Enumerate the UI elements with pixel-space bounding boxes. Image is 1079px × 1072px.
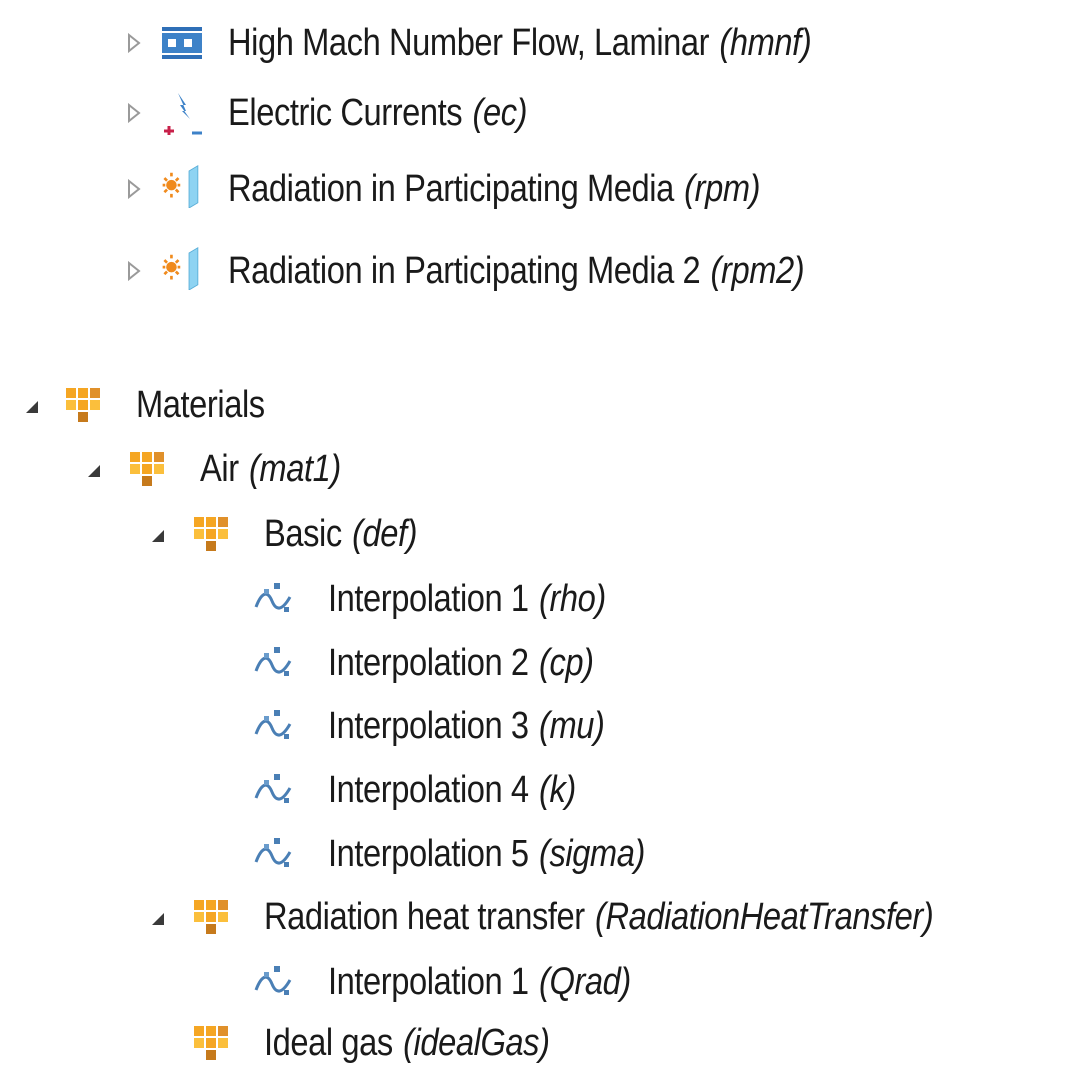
tree-node-label: Interpolation 3 (mu) (328, 697, 605, 755)
tree-node-radiation-heat-transfer[interactable]: Radiation heat transfer (RadiationHeatTra… (0, 888, 1079, 946)
collapse-arrow-icon[interactable] (82, 451, 106, 491)
tree-node-label: Interpolation 2 (cp) (328, 634, 594, 692)
high-mach-flow-icon (160, 21, 204, 65)
material-property-group-icon (188, 513, 232, 557)
node-name: Electric Currents (228, 92, 463, 134)
node-name: Interpolation 5 (328, 833, 529, 875)
radiation-media-icon (160, 164, 204, 208)
collapse-arrow-icon[interactable] (146, 516, 170, 556)
tree-node-label: High Mach Number Flow, Laminar (hmnf) (228, 14, 812, 72)
node-tag: (mu) (538, 705, 605, 747)
tree-node-materials[interactable]: Materials (0, 376, 1079, 434)
node-tag: (RadiationHeatTransfer) (595, 896, 934, 938)
node-name: High Mach Number Flow, Laminar (228, 22, 710, 64)
tree-node-radiation-media[interactable]: Radiation in Participating Media (rpm) (0, 160, 1079, 218)
node-tag: (cp) (538, 642, 594, 684)
tree-node-label: Interpolation 4 (k) (328, 761, 576, 819)
tree-node-label: Air (mat1) (200, 440, 341, 498)
interpolation-function-icon (252, 832, 296, 876)
node-tag: (rho) (538, 578, 606, 620)
electric-currents-icon (160, 91, 204, 135)
tree-node-label: Ideal gas (idealGas) (264, 1014, 550, 1072)
tree-node-interpolation[interactable]: Interpolation 1 (rho) (0, 570, 1079, 628)
node-tag: (mat1) (248, 448, 341, 490)
tree-node-label: Interpolation 5 (sigma) (328, 825, 645, 883)
node-name: Interpolation 1 (328, 961, 529, 1003)
tree-node-label: Basic (def) (264, 505, 418, 563)
tree-node-label: Radiation heat transfer (RadiationHeatTra… (264, 888, 934, 946)
node-tag: (def) (352, 513, 418, 555)
model-tree: High Mach Number Flow, Laminar (hmnf) Ele… (0, 0, 1079, 1068)
node-tag: (k) (538, 769, 576, 811)
node-name: Basic (264, 513, 342, 555)
node-tag: (sigma) (538, 833, 645, 875)
tree-node-interpolation[interactable]: Interpolation 5 (sigma) (0, 825, 1079, 883)
material-property-group-icon (188, 896, 232, 940)
node-tag: (rpm) (684, 168, 761, 210)
node-name: Radiation in Participating Media 2 (228, 250, 701, 292)
node-tag: (Qrad) (538, 961, 631, 1003)
tree-node-high-mach-flow[interactable]: High Mach Number Flow, Laminar (hmnf) (0, 14, 1079, 72)
materials-icon (60, 384, 104, 428)
expand-arrow-icon[interactable] (122, 93, 146, 133)
tree-node-interpolation[interactable]: Interpolation 4 (k) (0, 761, 1079, 819)
node-name: Radiation heat transfer (264, 896, 585, 938)
tree-node-air[interactable]: Air (mat1) (0, 440, 1079, 498)
node-name: Interpolation 4 (328, 769, 529, 811)
interpolation-function-icon (252, 704, 296, 748)
interpolation-function-icon (252, 768, 296, 812)
node-name: Interpolation 2 (328, 642, 529, 684)
node-name: Materials (136, 384, 265, 426)
tree-node-label: Interpolation 1 (Qrad) (328, 953, 631, 1011)
node-name: Ideal gas (264, 1022, 393, 1064)
node-name: Interpolation 3 (328, 705, 529, 747)
node-tag: (idealGas) (403, 1022, 550, 1064)
tree-node-ideal-gas[interactable]: Ideal gas (idealGas) (0, 1014, 1079, 1072)
expand-arrow-icon[interactable] (122, 169, 146, 209)
node-name: Interpolation 1 (328, 578, 529, 620)
node-tag: (ec) (472, 92, 528, 134)
material-property-group-icon (188, 1022, 232, 1066)
node-name: Air (200, 448, 239, 490)
tree-node-label: Radiation in Participating Media 2 (rpm2) (228, 242, 805, 300)
node-tag: (hmnf) (719, 22, 812, 64)
tree-node-interpolation[interactable]: Interpolation 2 (cp) (0, 634, 1079, 692)
collapse-arrow-icon[interactable] (20, 387, 44, 427)
tree-node-radiation-media-2[interactable]: Radiation in Participating Media 2 (rpm2) (0, 242, 1079, 300)
tree-node-interpolation[interactable]: Interpolation 1 (Qrad) (0, 953, 1079, 1011)
expand-arrow-icon[interactable] (122, 251, 146, 291)
tree-node-basic[interactable]: Basic (def) (0, 505, 1079, 563)
tree-node-label: Electric Currents (ec) (228, 84, 528, 142)
interpolation-function-icon (252, 641, 296, 685)
tree-node-label: Materials (136, 376, 265, 434)
interpolation-function-icon (252, 960, 296, 1004)
tree-node-electric-currents[interactable]: Electric Currents (ec) (0, 84, 1079, 142)
tree-node-interpolation[interactable]: Interpolation 3 (mu) (0, 697, 1079, 755)
node-tag: (rpm2) (710, 250, 805, 292)
collapse-arrow-icon[interactable] (146, 899, 170, 939)
interpolation-function-icon (252, 577, 296, 621)
node-name: Radiation in Participating Media (228, 168, 674, 210)
material-icon (124, 448, 168, 492)
expand-arrow-icon[interactable] (122, 23, 146, 63)
radiation-media-icon (160, 246, 204, 290)
tree-node-label: Radiation in Participating Media (rpm) (228, 160, 761, 218)
tree-node-label: Interpolation 1 (rho) (328, 570, 606, 628)
